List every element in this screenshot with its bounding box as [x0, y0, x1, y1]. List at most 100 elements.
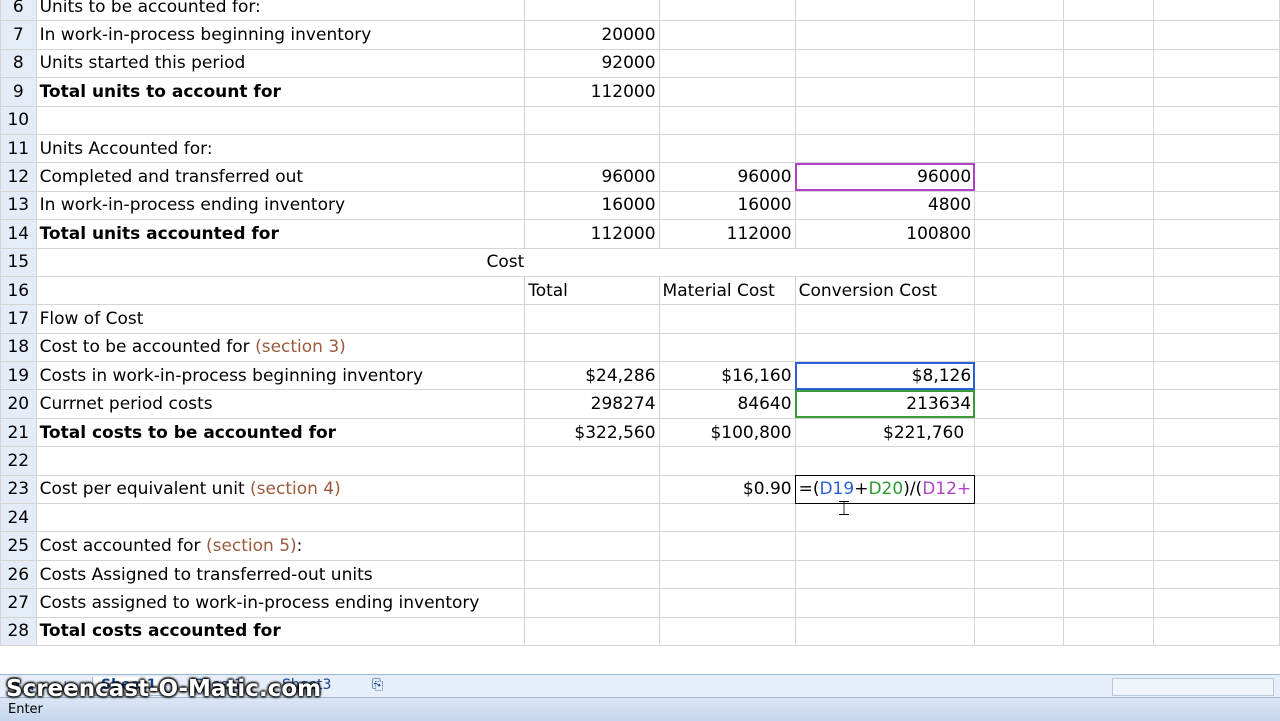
merged-cost-header[interactable]: Cost	[35, 247, 976, 277]
cell-c18[interactable]	[658, 332, 796, 363]
cell-b24[interactable]	[524, 503, 660, 533]
empty-cell[interactable]	[974, 162, 1065, 192]
empty-cell[interactable]	[1063, 105, 1154, 135]
row-header-18[interactable]: 18	[0, 332, 37, 363]
empty-cell[interactable]	[1152, 77, 1280, 107]
empty-cell[interactable]	[1063, 616, 1154, 646]
cell-c17[interactable]	[658, 304, 796, 334]
empty-cell[interactable]	[1152, 417, 1280, 448]
empty-cell[interactable]	[1152, 446, 1280, 476]
empty-cell[interactable]	[1063, 361, 1154, 391]
row-header-11[interactable]: 11	[0, 133, 37, 164]
empty-cell[interactable]	[974, 133, 1065, 164]
empty-cell[interactable]	[1063, 0, 1154, 22]
cell-d20[interactable]: 213634	[794, 389, 976, 419]
empty-cell[interactable]	[974, 503, 1065, 533]
cell-a8[interactable]: Units started this period	[35, 48, 526, 79]
row-header-19[interactable]: 19	[0, 361, 37, 391]
cell-d24[interactable]	[794, 503, 976, 533]
cell-d25[interactable]	[794, 531, 976, 561]
empty-cell[interactable]	[1152, 0, 1280, 22]
empty-cell[interactable]	[1152, 559, 1280, 590]
cell-d9[interactable]	[794, 77, 976, 107]
cell-b18[interactable]	[524, 332, 660, 363]
cell-b14[interactable]: 112000	[524, 219, 660, 249]
empty-cell[interactable]	[974, 0, 1065, 22]
row-header-8[interactable]: 8	[0, 48, 37, 79]
worksheet-table[interactable]: 6 Units to be accounted for: 7 In work-in-p…	[0, 0, 1280, 646]
cell-b25[interactable]	[524, 531, 660, 561]
cell-b11[interactable]	[524, 133, 660, 164]
empty-cell[interactable]	[974, 559, 1065, 590]
empty-cell[interactable]	[974, 616, 1065, 646]
cell-a24[interactable]	[35, 503, 526, 533]
cell-c12[interactable]: 96000	[658, 162, 796, 192]
cell-c24[interactable]	[658, 503, 796, 533]
empty-cell[interactable]	[974, 247, 1065, 277]
cell-a6[interactable]: Units to be accounted for:	[35, 0, 526, 22]
empty-cell[interactable]	[1152, 304, 1280, 334]
empty-cell[interactable]	[1152, 531, 1280, 561]
empty-cell[interactable]	[1152, 503, 1280, 533]
row-header-27[interactable]: 27	[0, 588, 37, 618]
cell-a22[interactable]	[35, 446, 526, 476]
empty-cell[interactable]	[1063, 559, 1154, 590]
cell-d22[interactable]	[794, 446, 976, 476]
cell-a9[interactable]: Total units to account for	[35, 77, 526, 107]
row-header-24[interactable]: 24	[0, 503, 37, 533]
cell-d16[interactable]: Conversion Cost	[794, 275, 976, 306]
cell-c20[interactable]: 84640	[658, 389, 796, 419]
cell-d11[interactable]	[794, 133, 976, 164]
cell-c7[interactable]	[658, 20, 796, 50]
row-header-28[interactable]: 28	[0, 616, 37, 646]
cell-b16[interactable]: Total	[524, 275, 660, 306]
empty-cell[interactable]	[1063, 389, 1154, 419]
empty-cell[interactable]	[1152, 616, 1280, 646]
cell-d28[interactable]	[794, 616, 976, 646]
cell-b23[interactable]	[524, 474, 660, 505]
empty-cell[interactable]	[1152, 247, 1280, 277]
empty-cell[interactable]	[1063, 531, 1154, 561]
cell-d17[interactable]	[794, 304, 976, 334]
row-header-6[interactable]: 6	[0, 0, 37, 22]
empty-cell[interactable]	[1063, 417, 1154, 448]
row-header-13[interactable]: 13	[0, 190, 37, 221]
empty-cell[interactable]	[1152, 162, 1280, 192]
empty-cell[interactable]	[974, 389, 1065, 419]
empty-cell[interactable]	[1063, 20, 1154, 50]
cell-a27[interactable]: Costs assigned to work-in-process ending…	[35, 588, 526, 618]
cell-c23[interactable]: $0.90	[658, 474, 796, 505]
cell-c19[interactable]: $16,160	[658, 361, 796, 391]
cell-a19[interactable]: Costs in work-in-process beginning inven…	[35, 361, 526, 391]
row-header-20[interactable]: 20	[0, 389, 37, 419]
row-header-7[interactable]: 7	[0, 20, 37, 50]
row-header-14[interactable]: 14	[0, 219, 37, 249]
empty-cell[interactable]	[1063, 446, 1154, 476]
cell-c8[interactable]	[658, 48, 796, 79]
cell-b12[interactable]: 96000	[524, 162, 660, 192]
cell-c27[interactable]	[658, 588, 796, 618]
empty-cell[interactable]	[1063, 332, 1154, 363]
empty-cell[interactable]	[1152, 361, 1280, 391]
cell-b20[interactable]: 298274	[524, 389, 660, 419]
cell-d27[interactable]	[794, 588, 976, 618]
empty-cell[interactable]	[974, 531, 1065, 561]
empty-cell[interactable]	[1063, 304, 1154, 334]
cell-a18[interactable]: Cost to be accounted for (section 3)	[35, 332, 526, 363]
row-header-26[interactable]: 26	[0, 559, 37, 590]
cell-c6[interactable]	[658, 0, 796, 22]
cell-c14[interactable]: 112000	[658, 219, 796, 249]
empty-cell[interactable]	[974, 332, 1065, 363]
cell-d23[interactable]: =(D19+D20)/(D12+	[794, 474, 976, 505]
cell-c9[interactable]	[658, 77, 796, 107]
row-header-16[interactable]: 16	[0, 275, 37, 306]
cell-c16[interactable]: Material Cost	[658, 275, 796, 306]
empty-cell[interactable]	[974, 417, 1065, 448]
row-header-17[interactable]: 17	[0, 304, 37, 334]
cell-c22[interactable]	[658, 446, 796, 476]
cell-d21[interactable]: $221,760	[794, 417, 976, 448]
empty-cell[interactable]	[1152, 190, 1280, 221]
empty-cell[interactable]	[1063, 77, 1154, 107]
cell-a20[interactable]: Currnet period costs	[35, 389, 526, 419]
empty-cell[interactable]	[974, 275, 1065, 306]
